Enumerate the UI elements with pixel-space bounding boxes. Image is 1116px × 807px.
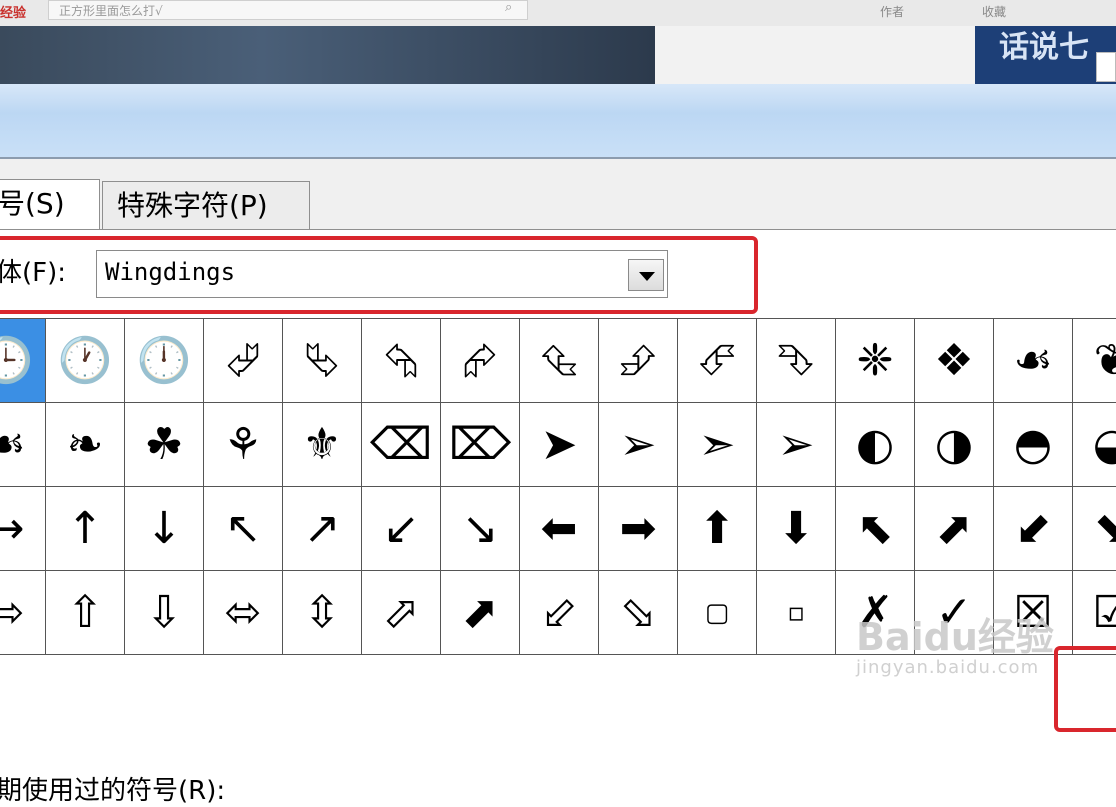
- symbol-cell[interactable]: ⮵: [599, 319, 678, 403]
- symbol-cell[interactable]: ⌫: [362, 403, 441, 487]
- symbol-cell[interactable]: ◓: [994, 403, 1073, 487]
- annotation-highlight-font: [0, 236, 758, 314]
- symbol-cell[interactable]: ☙: [994, 319, 1073, 403]
- symbol-cell[interactable]: ⮷: [757, 319, 836, 403]
- symbol-cell[interactable]: ⬈: [441, 571, 520, 655]
- symbol-cell[interactable]: 🕐: [46, 319, 125, 403]
- search-icon[interactable]: ⌕: [505, 0, 512, 15]
- author-link[interactable]: 作者: [880, 3, 904, 20]
- symbol-cell[interactable]: ❦: [1073, 319, 1116, 403]
- side-tab[interactable]: [1096, 52, 1116, 82]
- symbol-cell[interactable]: ❈: [836, 319, 915, 403]
- banner-image: [0, 26, 655, 84]
- symbol-cell[interactable]: ⮱: [283, 319, 362, 403]
- symbol-cell[interactable]: ↖: [204, 487, 283, 571]
- symbol-cell[interactable]: ⬉: [836, 487, 915, 571]
- symbol-cell[interactable]: ⬋: [994, 487, 1073, 571]
- symbol-cell[interactable]: ⮶: [678, 319, 757, 403]
- background-browser: 经验 正方形里面怎么打√ ⌕ 作者 收藏 话说七: [0, 0, 1116, 84]
- symbol-cell[interactable]: ➣: [678, 403, 757, 487]
- tab-symbols[interactable]: 号(S): [0, 179, 100, 231]
- symbol-cell[interactable]: →: [0, 487, 46, 571]
- symbol-cell[interactable]: ⇨: [0, 571, 46, 655]
- symbol-cell[interactable]: ⬈: [915, 487, 994, 571]
- symbol-cell[interactable]: ⬄: [204, 571, 283, 655]
- symbol-cell[interactable]: ☙: [0, 403, 46, 487]
- symbol-cell[interactable]: ⮳: [441, 319, 520, 403]
- symbol-cell[interactable]: ⬆: [678, 487, 757, 571]
- symbol-cell[interactable]: ❖: [915, 319, 994, 403]
- symbol-cell[interactable]: ➢: [757, 403, 836, 487]
- symbol-cell[interactable]: ⌦: [441, 403, 520, 487]
- symbol-cell[interactable]: ⬊: [1073, 487, 1116, 571]
- symbol-cell[interactable]: ⮰: [204, 319, 283, 403]
- browser-toolbar: 经验 正方形里面怎么打√ ⌕ 作者 收藏: [0, 0, 1116, 27]
- symbol-cell[interactable]: ◐: [836, 403, 915, 487]
- baidu-watermark: Baidu经验 jingyan.baidu.com: [856, 606, 1054, 678]
- symbol-cell[interactable]: ▫: [757, 571, 836, 655]
- symbol-cell[interactable]: ↙: [362, 487, 441, 571]
- symbol-cell[interactable]: 🕒: [0, 319, 46, 403]
- tab-special-characters[interactable]: 特殊字符(P): [102, 181, 310, 229]
- symbol-cell[interactable]: ⇧: [46, 571, 125, 655]
- banner-ad: 话说七: [975, 26, 1116, 84]
- symbol-cell[interactable]: ◒: [1073, 403, 1116, 487]
- symbol-cell[interactable]: ➢: [599, 403, 678, 487]
- symbol-cell[interactable]: ⮲: [362, 319, 441, 403]
- symbol-cell[interactable]: ↘: [441, 487, 520, 571]
- symbol-cell[interactable]: ⮴: [520, 319, 599, 403]
- symbol-cell[interactable]: ➤: [520, 403, 599, 487]
- symbol-cell[interactable]: ⬇: [757, 487, 836, 571]
- symbol-cell[interactable]: ⚜: [283, 403, 362, 487]
- symbol-cell[interactable]: ☑: [1073, 571, 1116, 655]
- watermark-url: jingyan.baidu.com: [856, 657, 1040, 678]
- watermark-brand: Baidu经验: [856, 615, 1054, 659]
- symbol-grid: 🕒🕐🕛⮰⮱⮲⮳⮴⮵⮶⮷❈❖☙❦☙❧☘⚘⚜⌫⌦➤➢➣➢◐◑◓◒→↑↓↖↗↙↘⬅➡⬆…: [0, 318, 1116, 655]
- symbol-cell[interactable]: ↑: [46, 487, 125, 571]
- site-logo: 经验: [0, 6, 27, 21]
- symbol-cell[interactable]: ❧: [46, 403, 125, 487]
- symbol-cell[interactable]: ⇩: [125, 571, 204, 655]
- symbol-cell[interactable]: ⬃: [520, 571, 599, 655]
- symbol-cell[interactable]: ▢: [678, 571, 757, 655]
- symbol-cell[interactable]: ↓: [125, 487, 204, 571]
- symbol-cell[interactable]: 🕛: [125, 319, 204, 403]
- symbol-cell[interactable]: ➡: [599, 487, 678, 571]
- symbol-cell[interactable]: ↗: [283, 487, 362, 571]
- dialog-titlebar[interactable]: [0, 84, 1116, 159]
- symbol-cell[interactable]: ⬀: [362, 571, 441, 655]
- symbol-cell[interactable]: ⚘: [204, 403, 283, 487]
- symbol-cell[interactable]: ⬂: [599, 571, 678, 655]
- site-search-input[interactable]: 正方形里面怎么打√: [48, 0, 528, 20]
- recent-symbols-label: 期使用过的符号(R):: [0, 776, 226, 806]
- symbol-cell[interactable]: ⬅: [520, 487, 599, 571]
- banner-blank: [655, 26, 975, 84]
- favorite-link[interactable]: 收藏: [982, 3, 1006, 20]
- symbol-cell[interactable]: ◑: [915, 403, 994, 487]
- symbol-cell[interactable]: ⇳: [283, 571, 362, 655]
- symbol-cell[interactable]: ☘: [125, 403, 204, 487]
- annotation-highlight-checkbox-symbol: [1054, 646, 1116, 732]
